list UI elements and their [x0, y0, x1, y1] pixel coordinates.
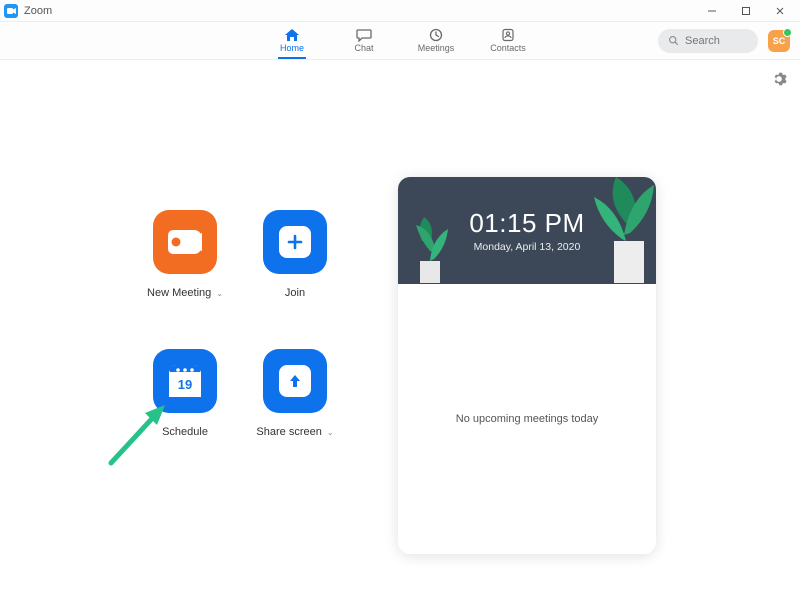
new-meeting-button[interactable]: [153, 210, 217, 274]
upcoming-panel: 01:15 PM Monday, April 13, 2020 No upcom…: [398, 177, 656, 554]
top-nav: Home Chat Meetings Contacts SC: [0, 22, 800, 60]
tab-contacts[interactable]: Contacts: [484, 22, 532, 59]
gear-icon: [770, 70, 788, 88]
plus-icon: [287, 234, 303, 250]
search-input-wrap[interactable]: [658, 29, 758, 53]
clock-date: Monday, April 13, 2020: [474, 241, 581, 253]
no-upcoming-label: No upcoming meetings today: [456, 413, 598, 425]
tab-chat-label: Chat: [354, 43, 373, 53]
clock-header: 01:15 PM Monday, April 13, 2020: [398, 177, 656, 284]
chevron-down-icon: ⌄: [216, 289, 223, 298]
window-title: Zoom: [24, 5, 704, 17]
join-label: Join: [285, 287, 305, 299]
share-screen-label-row[interactable]: Share screen ⌄: [256, 426, 333, 438]
window-titlebar: Zoom: [0, 0, 800, 22]
action-share-screen: Share screen ⌄: [240, 349, 350, 438]
avatar[interactable]: SC: [768, 30, 790, 52]
upcoming-body: No upcoming meetings today: [398, 284, 656, 554]
videocam-icon: [168, 230, 202, 254]
clock-icon: [428, 28, 444, 42]
plant-decoration-icon: [412, 211, 452, 283]
plant-decoration-icon: [586, 177, 656, 283]
new-meeting-label: New Meeting: [147, 287, 211, 299]
close-button[interactable]: [772, 3, 788, 19]
action-new-meeting: New Meeting ⌄: [130, 210, 240, 299]
tab-home-label: Home: [280, 43, 304, 53]
content-area: New Meeting ⌄ Join: [0, 60, 800, 601]
annotation-arrow-icon: [105, 397, 177, 469]
calendar-icon: 19: [169, 365, 201, 397]
avatar-initials: SC: [773, 36, 786, 46]
search-input[interactable]: [685, 35, 748, 47]
settings-button[interactable]: [770, 70, 788, 88]
minimize-button[interactable]: [704, 3, 720, 19]
search-icon: [668, 35, 679, 46]
share-screen-button[interactable]: [263, 349, 327, 413]
share-screen-label: Share screen: [256, 426, 321, 438]
action-join: Join: [240, 210, 350, 299]
chat-icon: [356, 28, 372, 42]
tab-meetings-label: Meetings: [418, 43, 455, 53]
zoom-app-icon: [4, 4, 18, 18]
chevron-down-icon: ⌄: [327, 428, 334, 437]
tab-home[interactable]: Home: [268, 22, 316, 59]
maximize-button[interactable]: [738, 3, 754, 19]
tab-meetings[interactable]: Meetings: [412, 22, 460, 59]
tab-contacts-label: Contacts: [490, 43, 526, 53]
arrow-up-icon: [287, 373, 303, 389]
home-icon: [284, 28, 300, 42]
join-button[interactable]: [263, 210, 327, 274]
tab-chat[interactable]: Chat: [340, 22, 388, 59]
svg-text:19: 19: [178, 377, 192, 392]
new-meeting-label-row[interactable]: New Meeting ⌄: [147, 287, 223, 299]
contacts-icon: [500, 28, 516, 42]
clock-time: 01:15 PM: [469, 208, 584, 239]
